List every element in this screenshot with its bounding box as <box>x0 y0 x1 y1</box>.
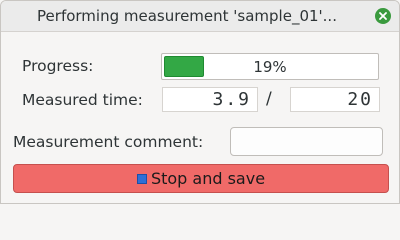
stop-and-save-label: Stop and save <box>150 169 266 188</box>
time-separator: / <box>266 89 272 109</box>
comment-label: Measurement comment: <box>13 133 204 151</box>
close-icon[interactable] <box>375 8 391 24</box>
progress-value: 19% <box>253 58 287 76</box>
comment-input[interactable] <box>230 127 383 156</box>
stop-and-save-content: Stop and save <box>14 169 388 189</box>
stop-and-save-button[interactable]: Stop and save <box>13 164 389 193</box>
title-bar: Performing measurement 'sample_01'... <box>1 1 399 32</box>
measured-time-label: Measured time: <box>22 91 143 109</box>
total-time-display: 20 <box>290 87 380 112</box>
window-title: Performing measurement 'sample_01'... <box>37 7 337 25</box>
elapsed-time-display: 3.9 <box>162 87 258 112</box>
stop-icon <box>136 174 147 184</box>
progress-bar: 19% <box>161 53 379 80</box>
progress-label: Progress: <box>22 57 94 75</box>
measurement-dialog: Performing measurement 'sample_01'... Pr… <box>0 0 400 204</box>
